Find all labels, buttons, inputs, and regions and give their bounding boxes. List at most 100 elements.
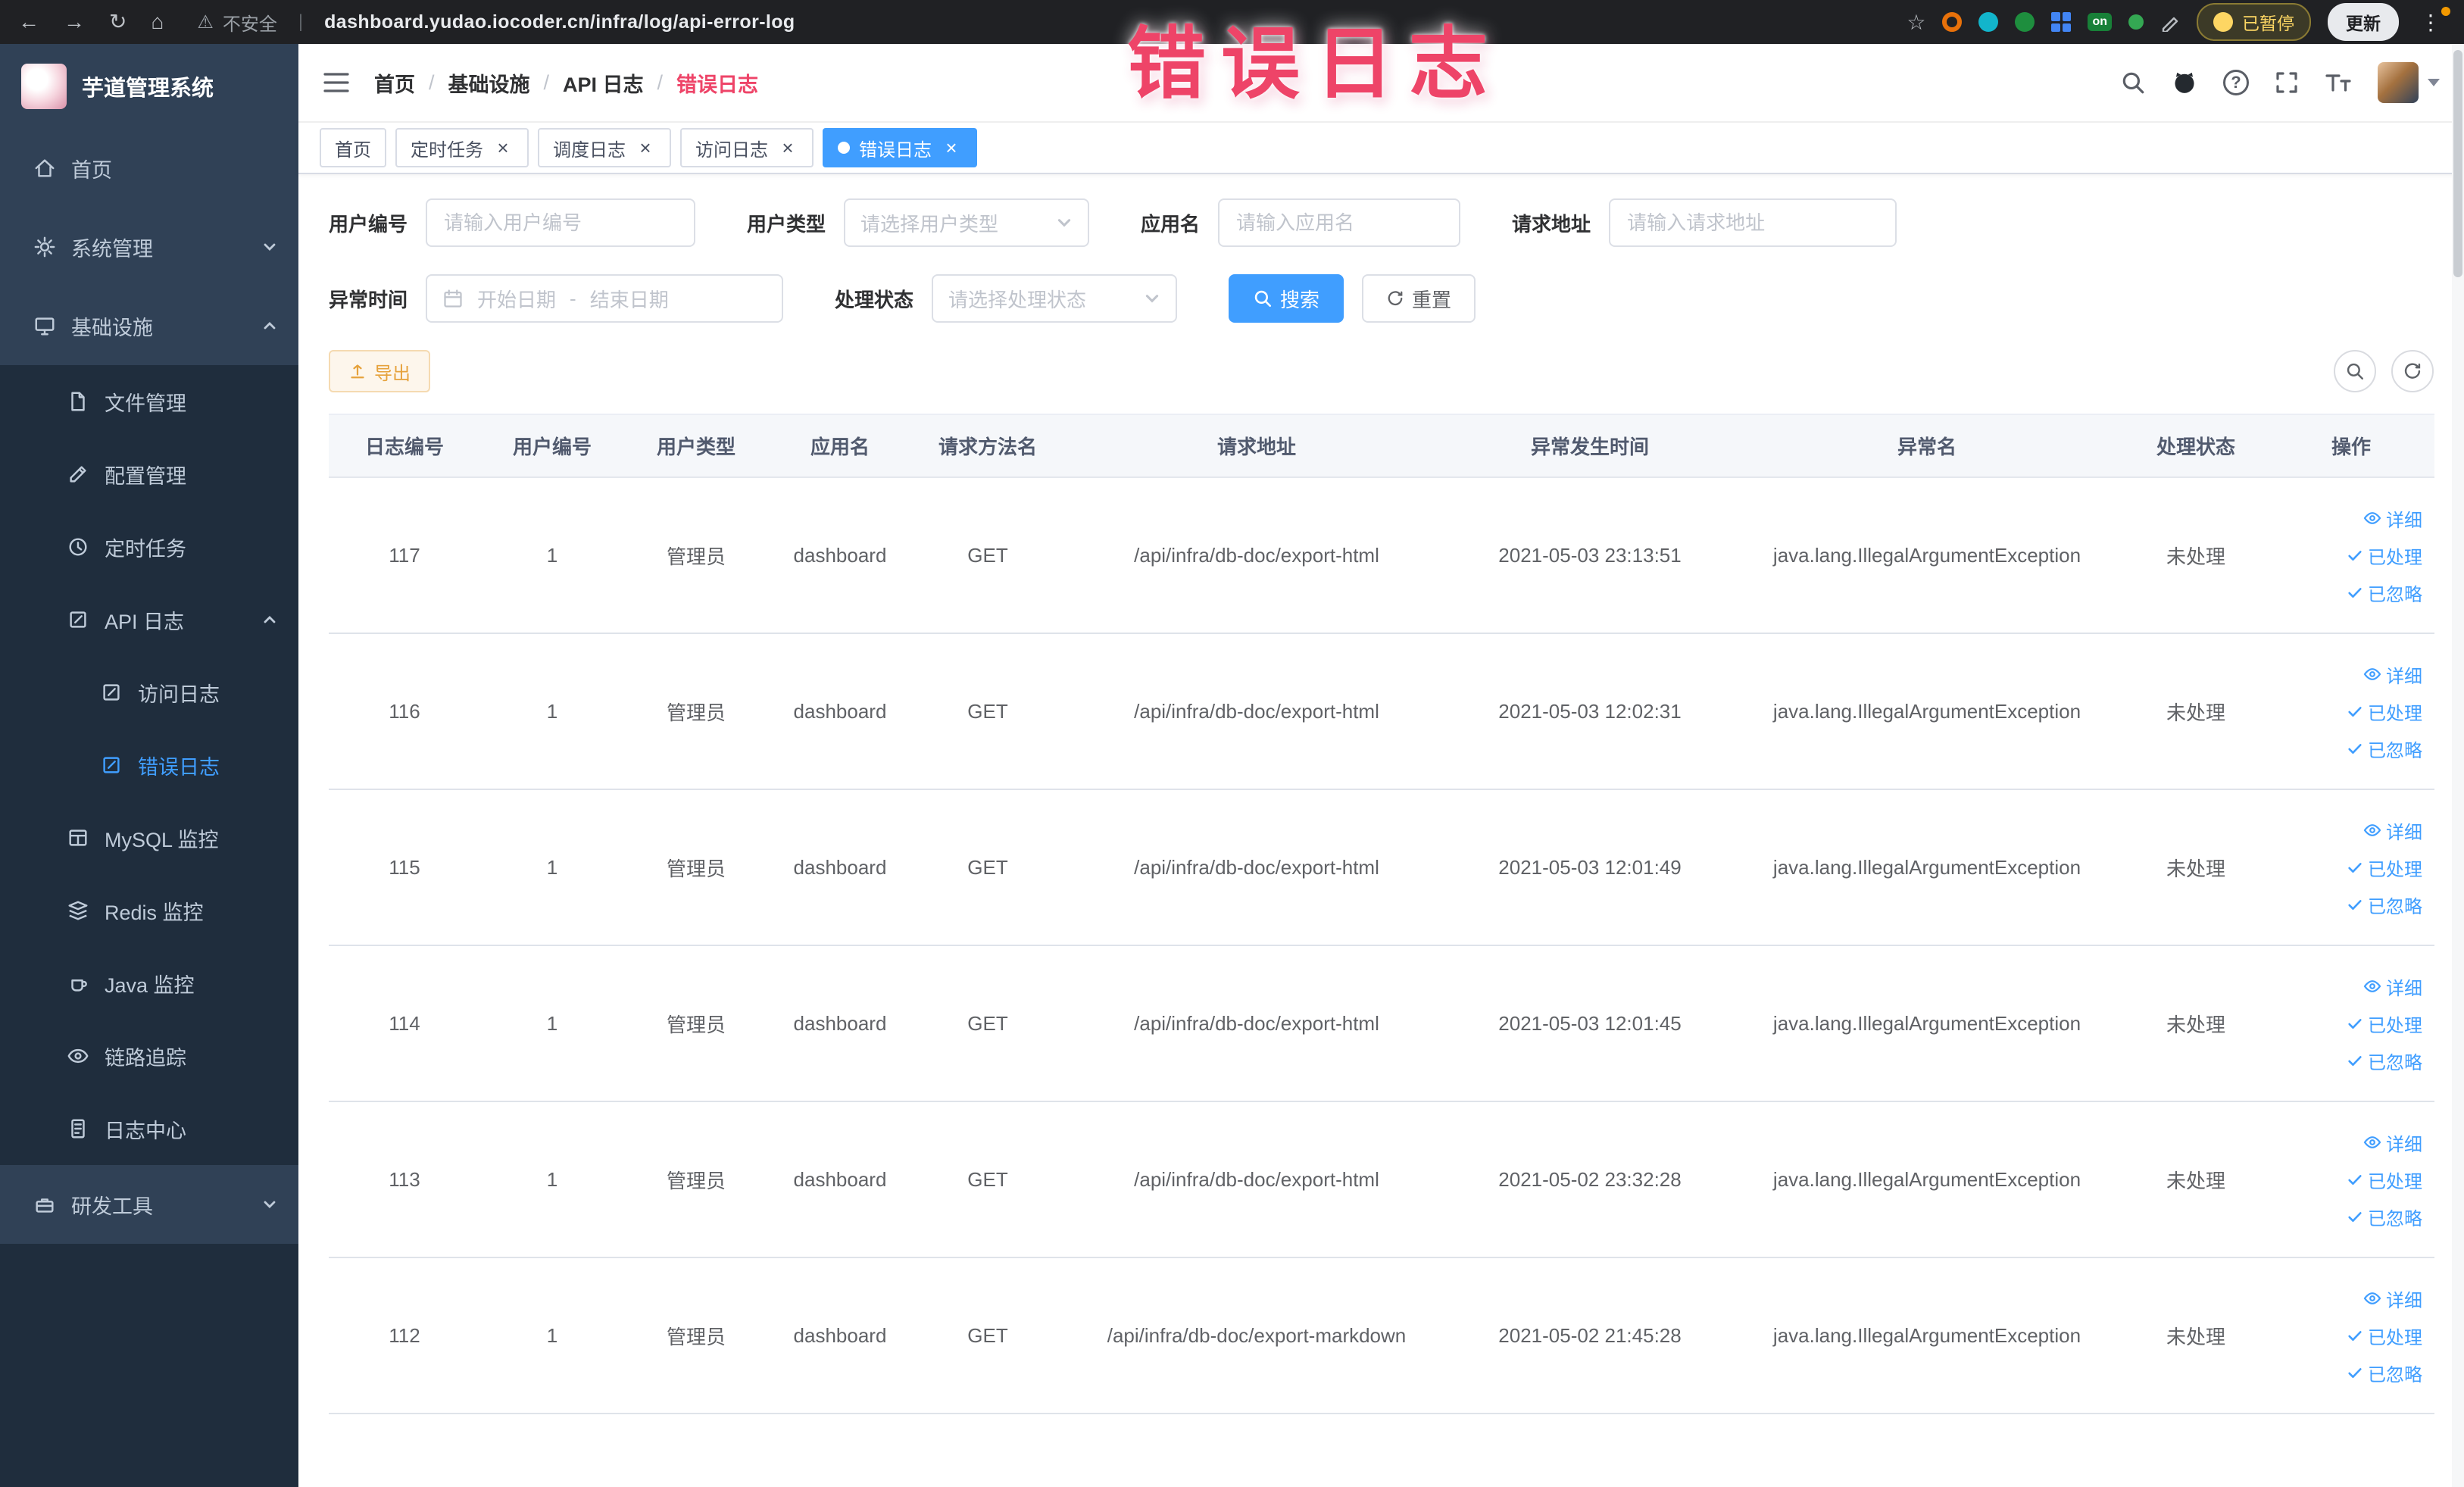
mark-ignored-link[interactable]: 已忽略 <box>2347 1204 2422 1230</box>
tab-access-log[interactable]: 访问日志 × <box>680 128 814 167</box>
config-icon <box>67 463 89 486</box>
user-id-input[interactable] <box>426 198 696 247</box>
tab-dispatch-log[interactable]: 调度日志 × <box>538 128 671 167</box>
tab-close-icon[interactable]: × <box>777 137 798 158</box>
scrollbar-thumb[interactable] <box>2453 50 2462 277</box>
mark-processed-link[interactable]: 已处理 <box>2347 698 2422 725</box>
detail-link[interactable]: 详细 <box>2363 973 2422 1000</box>
browser-menu-icon[interactable]: ⋮ <box>2416 6 2450 35</box>
sidebar-item-system-management[interactable]: 系统管理 <box>0 208 298 286</box>
extension-pen-icon[interactable] <box>2160 12 2180 32</box>
browser-reload-icon[interactable]: ↻ <box>109 11 126 33</box>
sidebar-item-redis-monitor[interactable]: Redis 监控 <box>0 874 298 947</box>
app-logo[interactable]: 芋道管理系统 <box>0 44 298 129</box>
paused-badge[interactable]: 已暂停 <box>2197 3 2311 41</box>
hamburger-icon[interactable] <box>323 71 350 94</box>
browser-back-icon[interactable]: ← <box>18 11 39 33</box>
reset-button[interactable]: 重置 <box>1362 274 1476 323</box>
sidebar-item-trace[interactable]: 链路追踪 <box>0 1020 298 1092</box>
detail-link[interactable]: 详细 <box>2363 661 2422 688</box>
mark-processed-label: 已处理 <box>2368 703 2422 724</box>
breadcrumb-home[interactable]: 首页 <box>374 68 415 98</box>
extension-grid-icon[interactable] <box>2051 12 2072 32</box>
header-exception-name: 异常名 <box>1730 414 2124 478</box>
help-icon[interactable]: ? <box>2223 70 2249 95</box>
access-log-icon <box>100 681 123 704</box>
detail-link[interactable]: 详细 <box>2363 1129 2422 1156</box>
date-range-picker[interactable]: 开始日期 - 结束日期 <box>426 274 784 323</box>
mark-processed-link[interactable]: 已处理 <box>2347 854 2422 881</box>
sidebar-item-java-monitor[interactable]: Java 监控 <box>0 947 298 1020</box>
export-button[interactable]: 导出 <box>329 350 430 392</box>
fullscreen-icon[interactable] <box>2275 70 2299 95</box>
mark-ignored-link[interactable]: 已忽略 <box>2347 892 2422 918</box>
sidebar-item-log-center[interactable]: 日志中心 <box>0 1092 298 1165</box>
request-url-input[interactable] <box>1609 198 1897 247</box>
user-type-select[interactable]: 请选择用户类型 <box>844 198 1090 247</box>
detail-link-label: 详细 <box>2386 1290 2422 1311</box>
browser-update-button[interactable]: 更新 <box>2328 3 2399 41</box>
tab-home[interactable]: 首页 <box>320 128 386 167</box>
breadcrumb-api-logs[interactable]: API 日志 <box>563 68 644 98</box>
app-name-input[interactable] <box>1218 198 1461 247</box>
detail-link[interactable]: 详细 <box>2363 817 2422 844</box>
tab-close-icon[interactable]: × <box>492 137 514 158</box>
refresh-table-button[interactable] <box>2391 350 2434 392</box>
font-size-icon[interactable] <box>2325 71 2352 94</box>
method-cell: GET <box>912 477 1063 634</box>
mark-processed-link[interactable]: 已处理 <box>2347 1323 2422 1349</box>
sidebar-item-error-log[interactable]: 错误日志 <box>0 729 298 801</box>
filter-user-id: 用户编号 <box>329 198 696 247</box>
check-icon <box>2348 707 2362 717</box>
mark-processed-link[interactable]: 已处理 <box>2347 1167 2422 1193</box>
tab-scheduled-tasks[interactable]: 定时任务 × <box>395 128 529 167</box>
sidebar-item-file-management[interactable]: 文件管理 <box>0 365 298 438</box>
detail-link[interactable]: 详细 <box>2363 505 2422 532</box>
address-bar-url[interactable]: dashboard.yudao.iocoder.cn/infra/log/api… <box>324 11 795 33</box>
detail-link[interactable]: 详细 <box>2363 1286 2422 1312</box>
bookmark-star-icon[interactable]: ☆ <box>1907 10 1925 35</box>
paused-badge-label: 已暂停 <box>2242 14 2294 33</box>
extension-orange-icon[interactable] <box>1942 12 1963 32</box>
search-button[interactable]: 搜索 <box>1229 274 1344 323</box>
method-cell: GET <box>912 945 1063 1102</box>
mark-processed-link[interactable]: 已处理 <box>2347 542 2422 569</box>
mark-ignored-link[interactable]: 已忽略 <box>2347 736 2422 762</box>
sidebar-item-mysql-monitor[interactable]: MySQL 监控 <box>0 801 298 874</box>
tab-close-icon[interactable]: × <box>635 137 656 158</box>
mark-ignored-link[interactable]: 已忽略 <box>2347 1048 2422 1074</box>
sidebar-item-dev-tools[interactable]: 研发工具 <box>0 1165 298 1244</box>
extension-teal-icon[interactable] <box>1978 12 1999 32</box>
sidebar-menu: 首页 系统管理 基础设施 文件管理 配置管理 定时任务 API 日志 访问日志 … <box>0 129 298 1487</box>
sidebar-item-scheduled-tasks[interactable]: 定时任务 <box>0 511 298 583</box>
extension-small-green-icon[interactable] <box>2128 14 2144 30</box>
breadcrumb-separator: / <box>657 70 664 94</box>
browser-home-icon[interactable]: ⌂ <box>151 11 164 33</box>
extension-green-icon[interactable] <box>2015 12 2035 32</box>
tab-close-icon[interactable]: × <box>941 137 962 158</box>
user-menu[interactable] <box>2378 62 2440 103</box>
mark-processed-link[interactable]: 已处理 <box>2347 1011 2422 1037</box>
sidebar-item-infrastructure[interactable]: 基础设施 <box>0 286 298 365</box>
search-icon[interactable] <box>2120 70 2146 95</box>
request-url-cell: /api/infra/db-doc/export-html <box>1063 789 1450 946</box>
select-placeholder: 请选择用户类型 <box>860 212 999 236</box>
chevron-down-icon <box>262 1197 277 1212</box>
mark-ignored-link[interactable]: 已忽略 <box>2347 1360 2422 1386</box>
breadcrumb-infrastructure[interactable]: 基础设施 <box>448 68 530 98</box>
breadcrumb-separator: / <box>543 70 550 94</box>
sidebar-item-access-log[interactable]: 访问日志 <box>0 656 298 729</box>
mark-ignored-link[interactable]: 已忽略 <box>2347 579 2422 606</box>
java-icon <box>67 972 89 995</box>
log-id-cell: 116 <box>329 633 480 790</box>
security-chip[interactable]: ⚠ 不安全 | dashboard.yudao.iocoder.cn/infra… <box>197 9 795 36</box>
extension-on-badge-icon[interactable]: on <box>2088 13 2112 31</box>
toggle-search-button[interactable] <box>2334 350 2376 392</box>
sidebar-item-home[interactable]: 首页 <box>0 129 298 208</box>
tab-error-log[interactable]: 错误日志 × <box>823 128 977 167</box>
process-status-select[interactable]: 请选择处理状态 <box>932 274 1178 323</box>
sidebar-item-config-management[interactable]: 配置管理 <box>0 438 298 511</box>
github-icon[interactable] <box>2172 70 2197 95</box>
sidebar-item-api-logs[interactable]: API 日志 <box>0 583 298 656</box>
browser-forward-icon[interactable]: → <box>64 11 85 33</box>
